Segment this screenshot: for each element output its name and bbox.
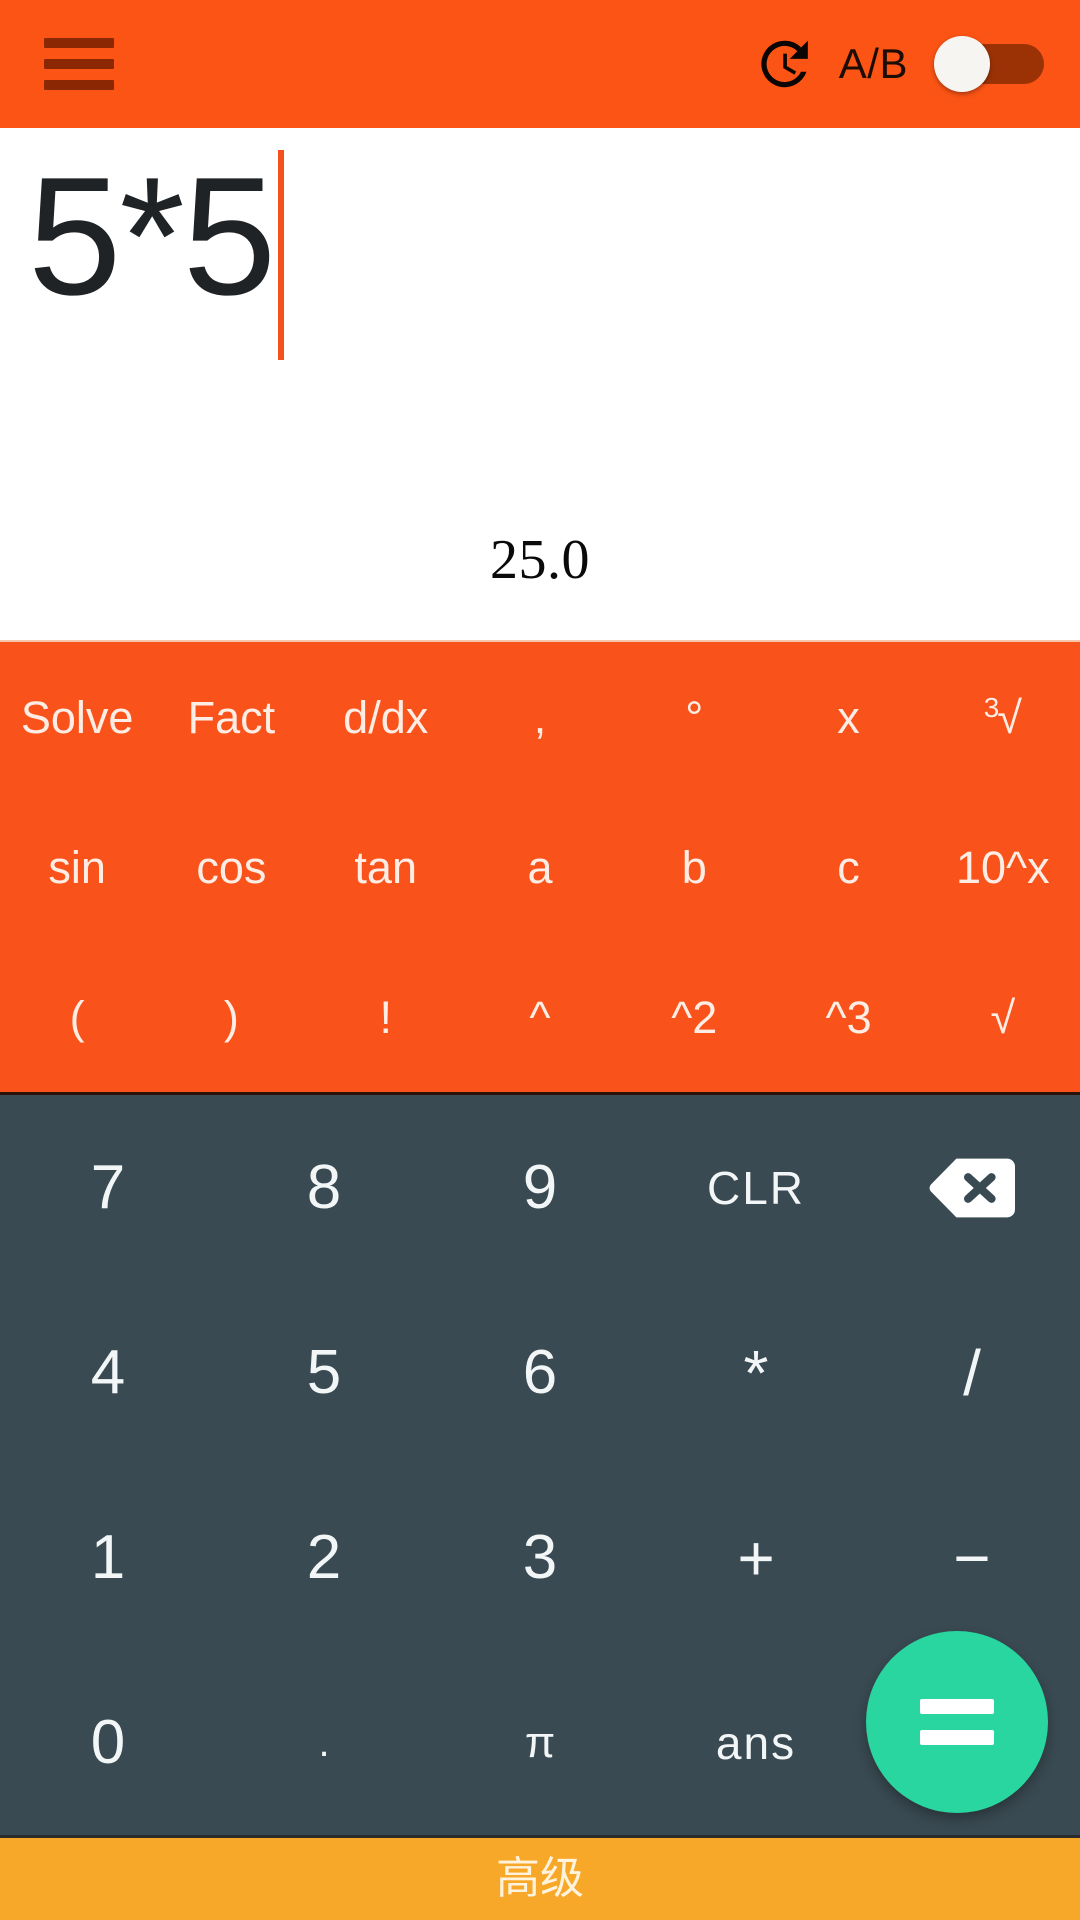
radical-glyph: √ bbox=[997, 692, 1022, 743]
func-key-cos[interactable]: cos bbox=[154, 845, 308, 890]
numeric-keypad: 7 8 9 CLR 4 5 6 * / 1 2 3 + − 0 . π ans bbox=[0, 1092, 1080, 1835]
function-row: sin cos tan a b c 10^x bbox=[0, 792, 1080, 942]
key-multiply[interactable]: * bbox=[648, 1341, 864, 1405]
hamburger-bar bbox=[44, 80, 114, 90]
keypad-row: 4 5 6 * / bbox=[0, 1280, 1080, 1465]
equals-icon-bar bbox=[920, 1730, 994, 1745]
func-key-fact[interactable]: Fact bbox=[154, 695, 308, 740]
function-keypad: Solve Fact d/dx , ° x 3√ sin cos tan a b… bbox=[0, 640, 1080, 1092]
func-key-tan[interactable]: tan bbox=[309, 845, 463, 890]
key-5[interactable]: 5 bbox=[216, 1341, 432, 1404]
func-key-ddx[interactable]: d/dx bbox=[309, 695, 463, 740]
func-key-factorial[interactable]: ! bbox=[309, 995, 463, 1040]
func-key-b[interactable]: b bbox=[617, 845, 771, 890]
key-4[interactable]: 4 bbox=[0, 1341, 216, 1404]
keypad-row: 1 2 3 + − bbox=[0, 1465, 1080, 1650]
keypad-row: 7 8 9 CLR bbox=[0, 1095, 1080, 1280]
func-key-ten-pow-x[interactable]: 10^x bbox=[926, 845, 1080, 890]
equals-button[interactable] bbox=[866, 1631, 1048, 1813]
func-key-square[interactable]: ^2 bbox=[617, 995, 771, 1040]
func-key-comma[interactable]: , bbox=[463, 695, 617, 740]
expression-text: 5*5 bbox=[28, 142, 276, 330]
key-8[interactable]: 8 bbox=[216, 1156, 432, 1219]
func-key-x[interactable]: x bbox=[771, 695, 925, 740]
calculator-app: A/B 5*5 25.0 Solve Fact d/dx , ° x 3√ si… bbox=[0, 0, 1080, 1920]
key-decimal[interactable]: . bbox=[216, 1723, 432, 1763]
key-backspace[interactable] bbox=[864, 1156, 1080, 1220]
ab-mode-label: A/B bbox=[838, 40, 908, 87]
function-row: ( ) ! ^ ^2 ^3 √ bbox=[0, 942, 1080, 1092]
key-6[interactable]: 6 bbox=[432, 1341, 648, 1404]
func-key-caret[interactable]: ^ bbox=[463, 995, 617, 1040]
func-key-sin[interactable]: sin bbox=[0, 845, 154, 890]
advanced-mode-label: 高级 bbox=[496, 1853, 584, 1904]
equals-icon-bar bbox=[920, 1699, 994, 1714]
app-header: A/B bbox=[0, 0, 1080, 128]
toggle-thumb bbox=[934, 36, 990, 92]
key-9[interactable]: 9 bbox=[432, 1156, 648, 1219]
result-text: 25.0 bbox=[490, 529, 590, 591]
hamburger-bar bbox=[44, 38, 114, 48]
func-key-square-root[interactable]: √ bbox=[926, 995, 1080, 1040]
key-clear[interactable]: CLR bbox=[648, 1165, 864, 1211]
key-2[interactable]: 2 bbox=[216, 1526, 432, 1589]
func-key-cube-root[interactable]: 3√ bbox=[926, 694, 1080, 740]
func-key-close-paren[interactable]: ) bbox=[154, 995, 308, 1040]
hamburger-bar bbox=[44, 59, 114, 69]
func-key-open-paren[interactable]: ( bbox=[0, 995, 154, 1040]
key-3[interactable]: 3 bbox=[432, 1526, 648, 1589]
ab-toggle-switch[interactable] bbox=[934, 36, 1044, 92]
key-plus[interactable]: + bbox=[648, 1526, 864, 1590]
key-pi[interactable]: π bbox=[432, 1720, 648, 1765]
func-key-a[interactable]: a bbox=[463, 845, 617, 890]
func-key-c[interactable]: c bbox=[771, 845, 925, 890]
history-clock-icon[interactable] bbox=[751, 33, 813, 95]
key-ans[interactable]: ans bbox=[648, 1720, 864, 1766]
hamburger-menu-icon[interactable] bbox=[44, 38, 114, 90]
key-1[interactable]: 1 bbox=[0, 1526, 216, 1589]
function-row: Solve Fact d/dx , ° x 3√ bbox=[0, 642, 1080, 792]
func-key-solve[interactable]: Solve bbox=[0, 695, 154, 740]
key-0[interactable]: 0 bbox=[0, 1711, 216, 1774]
backspace-icon bbox=[929, 1158, 1015, 1217]
func-key-degree[interactable]: ° bbox=[617, 695, 771, 740]
header-actions: A/B bbox=[751, 33, 1044, 95]
expression-row: 5*5 bbox=[0, 128, 1080, 360]
display-area[interactable]: 5*5 25.0 bbox=[0, 128, 1080, 640]
key-divide[interactable]: / bbox=[864, 1341, 1080, 1405]
advanced-mode-bar[interactable]: 高级 bbox=[0, 1835, 1080, 1920]
key-7[interactable]: 7 bbox=[0, 1156, 216, 1219]
func-key-cube[interactable]: ^3 bbox=[771, 995, 925, 1040]
key-minus[interactable]: − bbox=[864, 1526, 1080, 1590]
text-cursor bbox=[278, 150, 285, 360]
